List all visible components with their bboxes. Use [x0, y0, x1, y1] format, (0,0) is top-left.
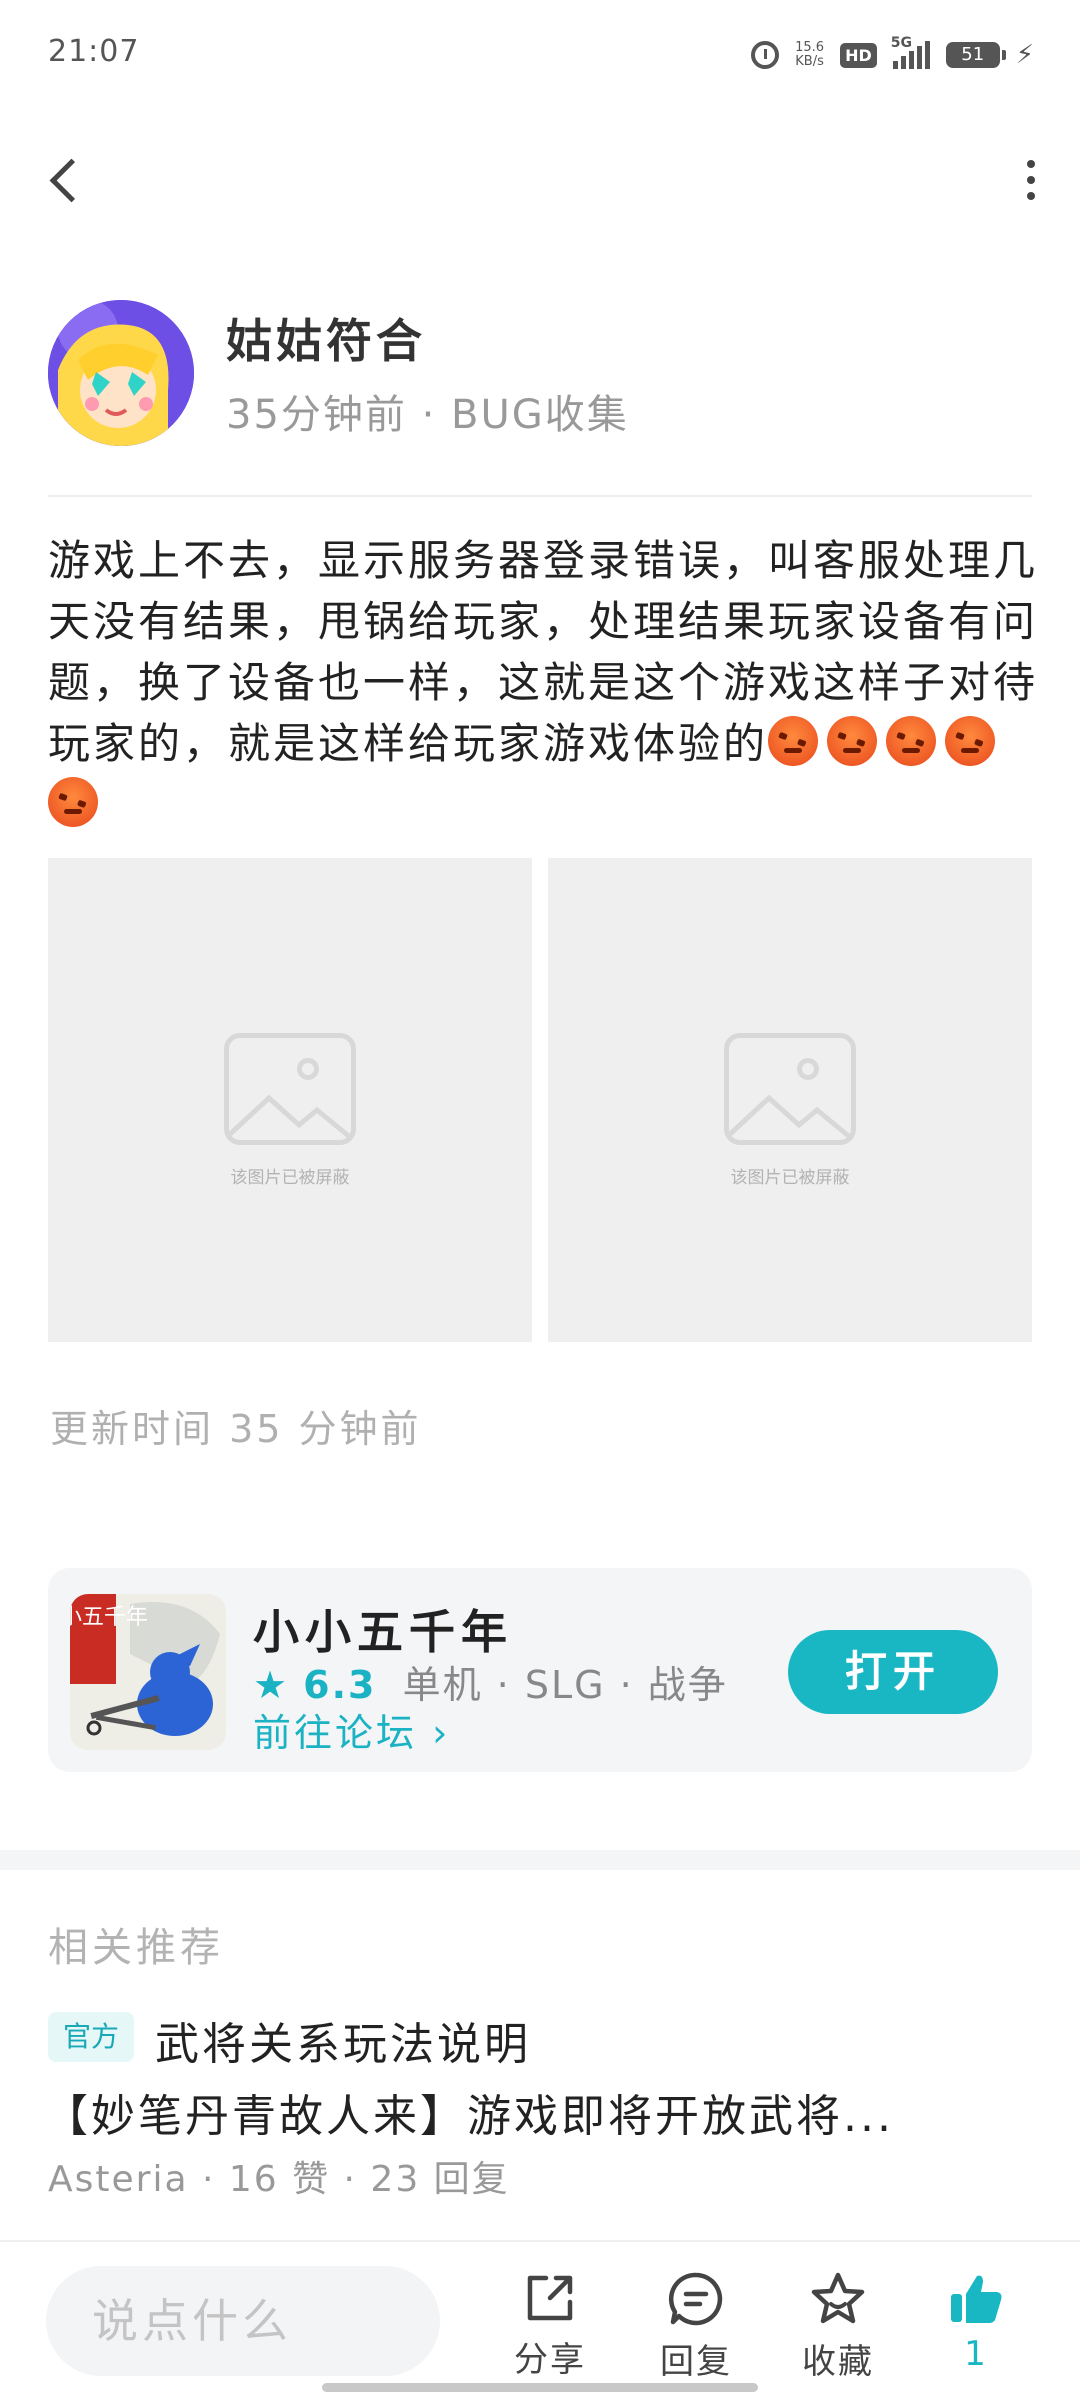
status-bar: 21:07 15.6 KB/s HD 5G 51 ⚡ — [0, 0, 1080, 110]
more-options-button[interactable] — [1006, 150, 1056, 210]
battery-icon: 51 — [945, 42, 1006, 68]
blocked-caption: 该图片已被屏蔽 — [230, 1167, 350, 1188]
favorite-label: 收藏 — [802, 2342, 874, 2382]
related-section-title: 相关推荐 — [48, 1925, 224, 1971]
more-dot — [1027, 176, 1035, 184]
image-sun-shape — [297, 1057, 319, 1080]
related-item-title[interactable]: 武将关系玩法说明 — [155, 2008, 531, 2072]
signal-icon: 5G — [891, 35, 930, 69]
post-body: 游戏上不去，显示服务器登录错误，叫客服处理几天没有结果，甩锅给玩家，处理结果玩家… — [48, 530, 1038, 835]
alarm-icon — [751, 41, 780, 69]
image-mountain-shape — [229, 1094, 351, 1140]
reply-button[interactable]: 回复 — [636, 2270, 756, 2383]
share-icon — [527, 2275, 573, 2321]
section-divider — [0, 1850, 1080, 1870]
angry-face-emoji-icon — [945, 716, 996, 766]
signal-bar — [924, 41, 930, 69]
comment-icon — [668, 2272, 723, 2326]
network-type: 5G — [890, 35, 912, 51]
network-speed-unit: KB/s — [795, 54, 824, 69]
game-name[interactable]: 小小五千年 — [253, 1596, 513, 1662]
reply-label: 回复 — [660, 2342, 732, 2382]
image-placeholder-icon — [724, 1032, 856, 1145]
like-button[interactable]: 1 — [916, 2270, 1036, 2374]
game-meta: ★ 6.3 单机 · SLG · 战争 — [253, 1654, 728, 1709]
signal-bar — [908, 51, 914, 69]
share-button[interactable]: 分享 — [490, 2270, 610, 2381]
more-dot — [1027, 160, 1035, 168]
author-name[interactable]: 姑姑符合 — [226, 305, 426, 371]
like-count: 1 — [964, 2334, 988, 2374]
favorite-button[interactable]: 收藏 — [778, 2270, 898, 2383]
network-speed-value: 15.6 — [795, 40, 825, 55]
status-icons: 15.6 KB/s HD 5G 51 ⚡ — [751, 35, 1034, 72]
angry-face-emoji-icon — [768, 716, 819, 766]
network-speed: 15.6 KB/s — [795, 41, 824, 69]
signal-bar — [892, 61, 898, 69]
comment-input[interactable]: 说点什么 — [46, 2266, 440, 2376]
back-button[interactable] — [40, 150, 93, 210]
game-rating: 6.3 — [303, 1663, 377, 1707]
game-icon-art: 小小五千年 — [70, 1594, 226, 1750]
avatar[interactable] — [48, 300, 194, 446]
home-indicator[interactable] — [322, 2383, 758, 2392]
game-icon[interactable]: 小小五千年 — [70, 1594, 226, 1750]
image-sun-shape — [797, 1057, 819, 1080]
game-tags: 单机 · SLG · 战争 — [402, 1663, 728, 1707]
hd-badge: HD — [840, 42, 877, 68]
status-time: 21:07 — [48, 34, 140, 69]
image-placeholder-icon — [224, 1032, 356, 1145]
open-game-button[interactable]: 打开 — [788, 1630, 998, 1714]
related-item-desc[interactable]: 【妙笔丹青故人来】游戏即将开放武将... — [44, 2080, 1044, 2144]
game-card[interactable]: 小小五千年 小小五千年 ★ 6.3 单机 · SLG · 战争 前往论坛 › 打… — [48, 1568, 1032, 1772]
signal-bar — [900, 56, 906, 69]
thumbs-up-icon — [951, 2275, 1002, 2323]
divider — [48, 495, 1032, 497]
image-mountain-shape — [729, 1094, 851, 1140]
official-badge: 官方 — [48, 2012, 134, 2062]
related-item-meta: Asteria · 16 赞 · 23 回复 — [48, 2159, 510, 2200]
post-meta: 35分钟前 · BUG收集 — [226, 392, 629, 438]
signal-bar — [916, 46, 922, 69]
avatar-illustration — [48, 300, 194, 446]
more-dot — [1027, 192, 1035, 200]
angry-face-emoji-icon — [48, 777, 98, 827]
share-label: 分享 — [514, 2340, 586, 2380]
forum-link[interactable]: 前往论坛 › — [253, 1702, 450, 1757]
charging-icon: ⚡ — [1015, 40, 1034, 70]
angry-face-emoji-icon — [886, 716, 937, 766]
star-outline-icon — [811, 2272, 865, 2324]
blocked-caption: 该图片已被屏蔽 — [730, 1167, 850, 1188]
chevron-left-icon — [49, 158, 93, 202]
update-time: 更新时间 35 分钟前 — [50, 1407, 422, 1451]
game-icon-text: 小小五千年 — [70, 1605, 148, 1630]
angry-face-emoji-icon — [827, 716, 878, 766]
post-image-2[interactable]: 该图片已被屏蔽 — [548, 858, 1032, 1342]
star-icon: ★ — [253, 1663, 290, 1707]
post-image-1[interactable]: 该图片已被屏蔽 — [48, 858, 532, 1342]
